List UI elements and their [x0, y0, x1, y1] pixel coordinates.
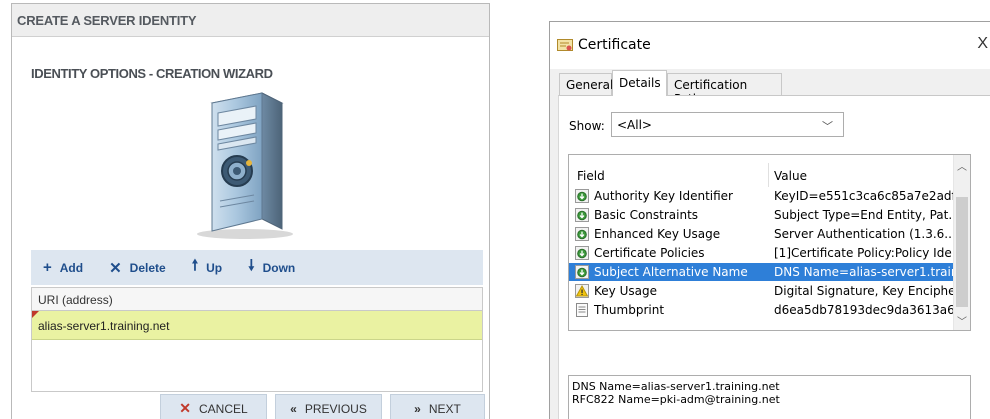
document-icon — [575, 303, 589, 317]
server-tower-icon — [197, 92, 293, 239]
field-name: Thumbprint — [594, 303, 665, 317]
field-value: Server Authentication (1.3.6.... — [774, 227, 960, 241]
scrollbar[interactable]: ︿ ﹀ — [953, 155, 970, 330]
dialog-title: Certificate — [578, 37, 651, 53]
uri-row-value: alias-server1.training.net — [38, 319, 170, 333]
up-button[interactable]: 🠕 Up — [192, 255, 222, 280]
arrow-up-icon: 🠕 — [191, 257, 199, 274]
field-name: Subject Alternative Name — [594, 265, 748, 279]
next-button-label: NEXT — [428, 401, 461, 416]
field-name: Enhanced Key Usage — [594, 227, 721, 241]
show-select[interactable]: <All> ﹀ — [611, 112, 844, 137]
field-row[interactable]: Certificate Policies [1]Certificate Polic… — [569, 244, 963, 262]
next-button[interactable]: » NEXT — [390, 394, 485, 419]
cert-extension-icon — [575, 246, 589, 260]
certificate-icon — [557, 39, 573, 51]
cert-extension-icon — [575, 189, 589, 203]
scroll-down-icon[interactable]: ﹀ — [957, 313, 967, 328]
field-name: Authority Key Identifier — [594, 189, 733, 203]
delete-button[interactable]: ✕ Delete — [109, 259, 166, 277]
add-button-label: Add — [59, 260, 84, 275]
tabs-area: General Details Certification Path Show:… — [550, 69, 990, 419]
double-chevron-right-icon: » — [414, 401, 421, 416]
field-name: Basic Constraints — [594, 208, 699, 222]
detail-line: RFC822 Name=pki-adm@training.net — [572, 393, 780, 406]
field-list-header: Field Value — [569, 155, 955, 187]
field-value: Digital Signature, Key Encipher... — [774, 284, 971, 298]
uri-table: URI (address) alias-server1.training.net — [31, 287, 483, 392]
dialog-titlebar: Certificate X — [550, 22, 990, 69]
field-column-header[interactable]: Field — [577, 169, 605, 183]
field-name: Certificate Policies — [594, 246, 705, 260]
field-row[interactable]: Authority Key Identifier KeyID=e551c3ca6c… — [569, 187, 966, 205]
previous-button-label: PREVIOUS — [304, 401, 367, 416]
field-row[interactable]: Basic Constraints Subject Type=End Entity… — [569, 206, 960, 224]
field-row[interactable]: Enhanced Key Usage Server Authentication … — [569, 225, 960, 243]
uri-column-header: URI (address) — [32, 288, 482, 311]
up-button-label: Up — [206, 260, 223, 275]
detail-line: DNS Name=alias-server1.training.net — [572, 380, 780, 393]
details-panel: Show: <All> ﹀ Field Value Authority Key … — [558, 95, 990, 419]
show-select-value: <All> — [617, 118, 652, 132]
cert-extension-icon — [575, 265, 589, 279]
value-column-header[interactable]: Value — [774, 169, 807, 183]
server-identity-wizard: CREATE A SERVER IDENTITY IDENTITY OPTION… — [11, 3, 490, 419]
previous-button[interactable]: « PREVIOUS — [275, 394, 382, 419]
close-icon: ✕ — [179, 400, 192, 416]
scroll-up-icon[interactable]: ︿ — [957, 158, 967, 173]
field-value: KeyID=e551c3ca6c85a7e2adf... — [774, 189, 967, 203]
plus-icon: + — [43, 259, 52, 276]
wizard-subtitle: IDENTITY OPTIONS - CREATION WIZARD — [31, 66, 273, 81]
certificate-dialog: Certificate X General Details Certificat… — [549, 21, 990, 419]
add-button[interactable]: + Add — [43, 259, 83, 276]
field-list[interactable]: Field Value Authority Key Identifier KeyI… — [568, 154, 971, 331]
field-value-box[interactable]: DNS Name=alias-server1.training.net RFC8… — [568, 375, 971, 419]
tab-general[interactable]: General — [559, 73, 613, 95]
uri-row[interactable]: alias-server1.training.net — [32, 311, 482, 340]
cancel-button-label: CANCEL — [199, 401, 248, 416]
down-button[interactable]: 🠗 Down — [248, 255, 295, 280]
field-value: Subject Type=End Entity, Pat... — [774, 208, 960, 222]
field-value: [1]Certificate Policy:Policy Ide... — [774, 246, 964, 260]
double-chevron-left-icon: « — [290, 401, 297, 416]
tab-details[interactable]: Details — [612, 70, 667, 96]
close-button[interactable]: X — [977, 35, 988, 53]
scrollbar-thumb[interactable] — [956, 197, 968, 307]
wizard-title: CREATE A SERVER IDENTITY — [12, 4, 489, 37]
x-icon: ✕ — [109, 259, 122, 277]
delete-button-label: Delete — [129, 260, 166, 275]
field-row[interactable]: Key Usage Digital Signature, Key Encipher… — [569, 282, 970, 300]
cert-extension-icon — [575, 208, 589, 222]
arrow-down-icon: 🠗 — [248, 257, 255, 274]
field-row[interactable]: Thumbprint d6ea5db78193dec9da3613a6f... — [569, 301, 970, 319]
column-divider[interactable] — [768, 163, 769, 187]
uri-toolbar: + Add ✕ Delete 🠕 Up 🠗 Down — [31, 250, 483, 285]
field-value: d6ea5db78193dec9da3613a6f... — [774, 303, 970, 317]
edited-flag-icon — [32, 311, 39, 318]
tab-certification-path[interactable]: Certification Path — [667, 73, 782, 106]
field-value: DNS Name=alias-server1.train... — [774, 265, 970, 279]
chevron-down-icon: ﹀ — [822, 120, 833, 133]
cert-extension-icon — [575, 227, 589, 241]
field-name: Key Usage — [594, 284, 657, 298]
field-row[interactable]: Subject Alternative Name DNS Name=alias-s… — [569, 263, 970, 281]
show-label: Show: — [569, 119, 605, 133]
down-button-label: Down — [262, 260, 296, 275]
cancel-button[interactable]: ✕ CANCEL — [160, 394, 267, 419]
cert-warning-icon — [575, 284, 589, 298]
